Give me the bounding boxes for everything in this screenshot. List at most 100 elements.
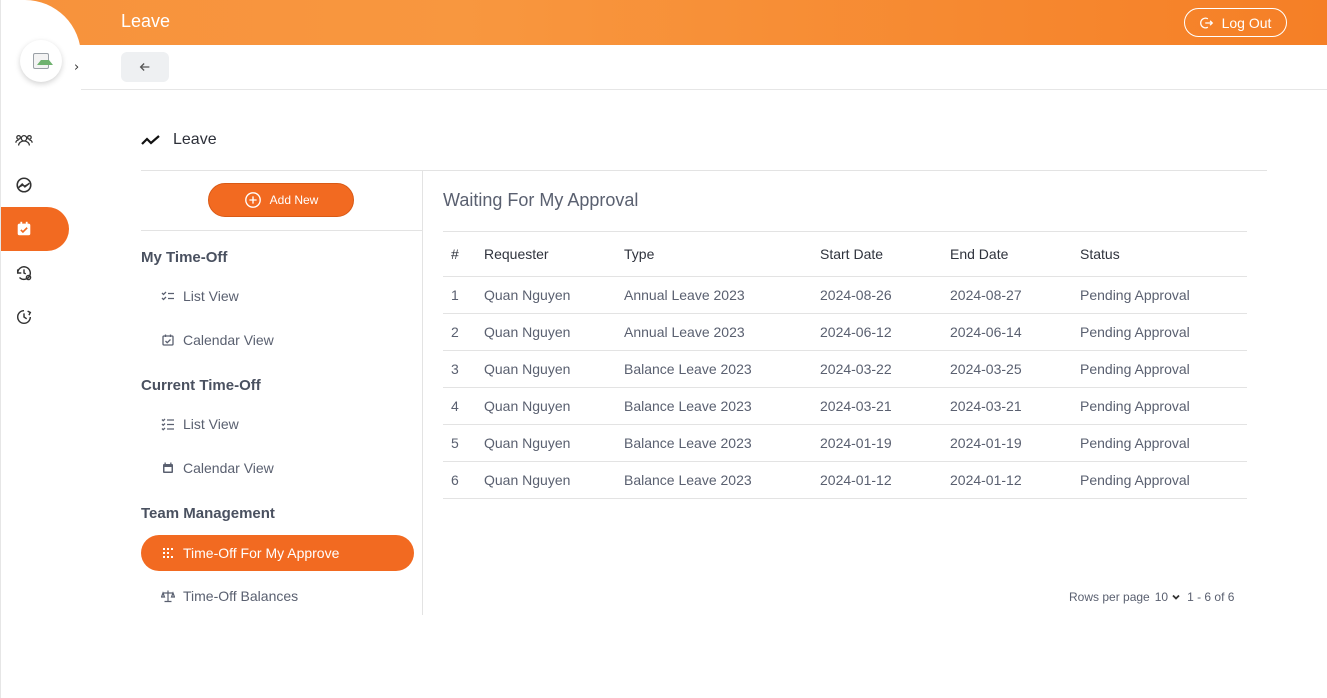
cell-end-date: 2024-01-12 xyxy=(942,461,1072,499)
grid-dots-icon xyxy=(163,548,173,558)
panel-divider xyxy=(141,230,422,231)
rows-per-page-value: 10 xyxy=(1154,590,1169,604)
cell-start-date: 2024-01-12 xyxy=(812,461,942,499)
chevron-right-icon[interactable]: › xyxy=(74,60,79,75)
cell-start-date: 2024-08-26 xyxy=(812,276,942,314)
rail-item-clock-history[interactable] xyxy=(1,295,69,339)
add-new-label: Add New xyxy=(269,193,319,207)
cell-end-date: 2024-03-25 xyxy=(942,350,1072,388)
cell-requester: Quan Nguyen xyxy=(476,276,616,314)
table-row[interactable]: 6 Quan Nguyen Balance Leave 2023 2024-01… xyxy=(443,461,1247,499)
rail-item-dashboard[interactable] xyxy=(1,163,69,207)
table-row[interactable]: 2 Quan Nguyen Annual Leave 2023 2024-06-… xyxy=(443,313,1247,351)
table-row[interactable]: 5 Quan Nguyen Balance Leave 2023 2024-01… xyxy=(443,424,1247,462)
cell-number: 1 xyxy=(443,276,476,314)
table-row[interactable]: 1 Quan Nguyen Annual Leave 2023 2024-08-… xyxy=(443,276,1247,314)
pagination: Rows per page 10 1 - 6 of 6 xyxy=(1069,590,1234,604)
section-my-time-off: My Time-Off xyxy=(141,249,228,266)
cell-type: Balance Leave 2023 xyxy=(616,424,812,462)
plus-circle-icon xyxy=(244,192,261,208)
rail-item-users[interactable] xyxy=(1,119,69,163)
rail-item-history-settings[interactable] xyxy=(1,251,69,295)
calendar-check-icon xyxy=(17,221,31,236)
nav-current-list-view[interactable]: List View xyxy=(141,406,414,442)
approval-table: # Requester Type Start Date End Date Sta… xyxy=(443,231,1247,499)
column-header-requester[interactable]: Requester xyxy=(476,231,616,277)
cell-start-date: 2024-06-12 xyxy=(812,313,942,351)
column-header-start-date[interactable]: Start Date xyxy=(812,231,942,277)
cell-type: Balance Leave 2023 xyxy=(616,350,812,388)
table-header-row: # Requester Type Start Date End Date Sta… xyxy=(443,231,1247,277)
table-row[interactable]: 4 Quan Nguyen Balance Leave 2023 2024-03… xyxy=(443,387,1247,425)
calendar-check-icon xyxy=(162,334,174,346)
column-header-type[interactable]: Type xyxy=(616,231,812,277)
page-heading: Leave xyxy=(141,131,217,149)
cell-start-date: 2024-03-22 xyxy=(812,350,942,388)
cell-start-date: 2024-03-21 xyxy=(812,387,942,425)
cell-status: Pending Approval xyxy=(1072,387,1247,425)
nav-item-label: Time-Off Balances xyxy=(183,588,299,604)
pagination-range: 1 - 6 of 6 xyxy=(1187,590,1235,604)
cell-end-date: 2024-03-21 xyxy=(942,387,1072,425)
dashboard-icon xyxy=(16,177,32,193)
cell-requester: Quan Nguyen xyxy=(476,350,616,388)
cell-end-date: 2024-01-19 xyxy=(942,424,1072,462)
chevron-down-icon xyxy=(1172,594,1180,600)
column-header-status[interactable]: Status xyxy=(1072,231,1247,277)
nav-current-calendar-view[interactable]: Calendar View xyxy=(141,450,414,486)
column-header-number[interactable]: # xyxy=(443,231,476,277)
cell-requester: Quan Nguyen xyxy=(476,461,616,499)
section-current-time-off: Current Time-Off xyxy=(141,377,261,394)
sub-toolbar xyxy=(81,45,1327,90)
page-title: Leave xyxy=(173,131,217,148)
cell-start-date: 2024-01-19 xyxy=(812,424,942,462)
cell-end-date: 2024-08-27 xyxy=(942,276,1072,314)
cell-number: 5 xyxy=(443,424,476,462)
logout-icon xyxy=(1199,17,1213,28)
cell-requester: Quan Nguyen xyxy=(476,387,616,425)
arrow-left-icon xyxy=(139,63,150,71)
nav-item-label: List View xyxy=(183,288,239,304)
history-settings-icon xyxy=(16,266,32,281)
nav-item-label: Calendar View xyxy=(183,460,274,476)
cell-number: 6 xyxy=(443,461,476,499)
rows-per-page-label: Rows per page xyxy=(1069,590,1150,604)
content-title: Waiting For My Approval xyxy=(443,190,639,210)
rail-item-leave[interactable] xyxy=(1,207,69,251)
nav-time-off-for-my-approve[interactable]: Time-Off For My Approve xyxy=(141,535,414,571)
broken-image-icon xyxy=(33,53,53,69)
cell-number: 2 xyxy=(443,313,476,351)
cell-status: Pending Approval xyxy=(1072,424,1247,462)
nav-item-label: Time-Off For My Approve xyxy=(183,545,340,561)
cell-number: 4 xyxy=(443,387,476,425)
header-title: Leave xyxy=(121,11,171,31)
rows-per-page-select[interactable]: 10 xyxy=(1155,590,1181,604)
users-icon xyxy=(15,134,33,146)
checklist-icon xyxy=(161,291,174,301)
icon-rail: › xyxy=(0,0,81,698)
table-row[interactable]: 3 Quan Nguyen Balance Leave 2023 2024-03… xyxy=(443,350,1247,388)
column-header-end-date[interactable]: End Date xyxy=(942,231,1072,277)
cell-type: Balance Leave 2023 xyxy=(616,461,812,499)
cell-end-date: 2024-06-14 xyxy=(942,313,1072,351)
balance-scale-icon xyxy=(161,590,175,603)
cell-status: Pending Approval xyxy=(1072,350,1247,388)
checklist-icon xyxy=(161,418,174,431)
nav-my-list-view[interactable]: List View xyxy=(141,278,414,314)
cell-type: Annual Leave 2023 xyxy=(616,313,812,351)
add-new-button[interactable]: Add New xyxy=(208,183,354,217)
nav-time-off-balances[interactable]: Time-Off Balances xyxy=(141,578,414,614)
cell-status: Pending Approval xyxy=(1072,313,1247,351)
cell-status: Pending Approval xyxy=(1072,461,1247,499)
logout-label: Log Out xyxy=(1221,14,1272,31)
app-header: Leave Log Out xyxy=(0,0,1327,45)
calendar-date-icon xyxy=(163,462,173,473)
back-button[interactable] xyxy=(121,52,169,82)
company-logo[interactable] xyxy=(20,40,62,82)
nav-my-calendar-view[interactable]: Calendar View xyxy=(141,322,414,358)
cell-type: Annual Leave 2023 xyxy=(616,276,812,314)
nav-item-label: Calendar View xyxy=(183,332,274,348)
logout-button[interactable]: Log Out xyxy=(1184,8,1287,37)
trend-line-icon xyxy=(141,135,160,145)
cell-requester: Quan Nguyen xyxy=(476,424,616,462)
